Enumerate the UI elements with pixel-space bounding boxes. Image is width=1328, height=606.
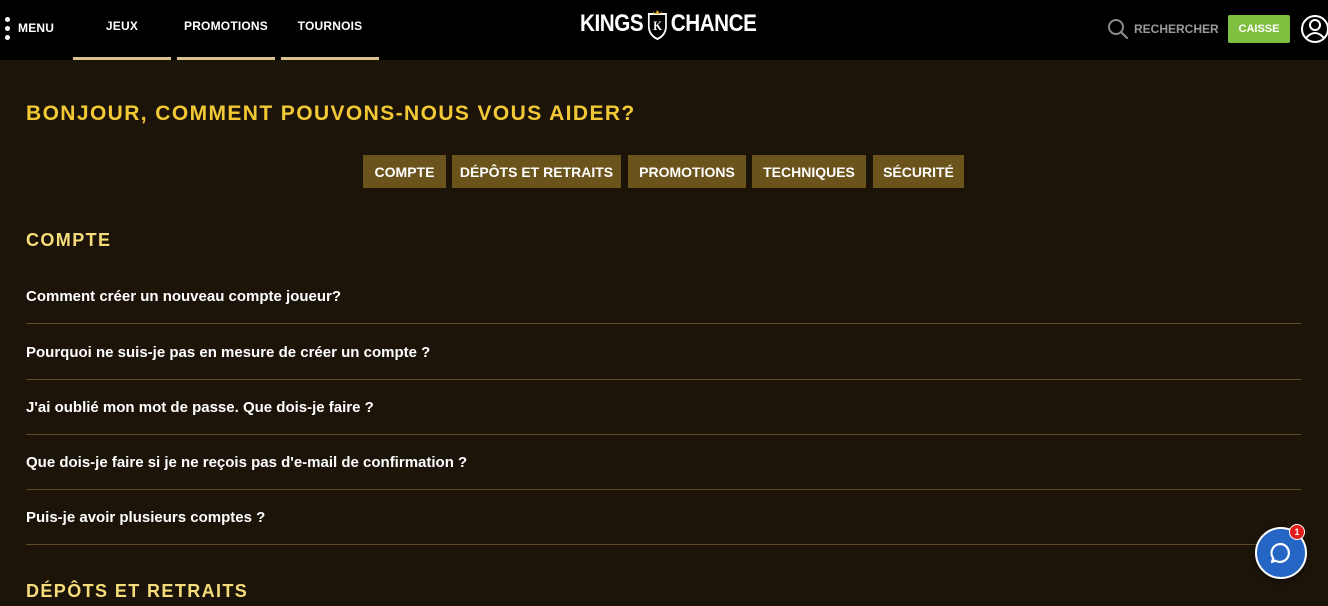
chat-notification-badge: 1 (1289, 524, 1305, 540)
nav-tab-tournois[interactable]: TOURNOIS (281, 0, 379, 60)
menu-label: MENU (18, 21, 55, 35)
search-label: RECHERCHER (1134, 22, 1219, 36)
menu-button[interactable]: MENU (4, 15, 54, 41)
chat-bubble-icon (1270, 542, 1290, 564)
nav-tab-label: PROMOTIONS (183, 19, 268, 33)
tab-securite[interactable]: SÉCURITÉ (873, 155, 964, 188)
nav-tab-jeux[interactable]: JEUX (73, 0, 171, 60)
search-button[interactable]: RECHERCHER (1107, 18, 1219, 40)
logo-mark: K (653, 18, 662, 33)
nav-tab-underline (73, 57, 171, 60)
logo-text-left: KINGS (580, 10, 644, 37)
faq-question[interactable]: Pourquoi ne suis-je pas en mesure de cré… (26, 325, 1301, 380)
tab-techniques[interactable]: TECHNIQUES (752, 155, 866, 188)
nav-tab-label: JEUX (105, 19, 139, 33)
section-title-compte: COMPTE (26, 230, 112, 250)
cashier-button[interactable]: CAISSE (1228, 15, 1290, 43)
nav-tab-promotions[interactable]: PROMOTIONS (177, 0, 275, 60)
faq-question[interactable]: J'ai oublié mon mot de passe. Que dois-j… (26, 380, 1301, 435)
nav-tab-underline (177, 57, 275, 60)
section-title-depots-retraits: DÉPÔTS ET RETRAITS (26, 581, 249, 601)
tab-compte[interactable]: COMPTE (363, 155, 446, 188)
tab-depots-retraits[interactable]: DÉPÔTS ET RETRAITS (452, 155, 621, 188)
top-nav-bar: MENU JEUX PROMOTIONS TOURNOIS KINGS K CH… (0, 0, 1328, 60)
nav-tab-underline (281, 57, 379, 60)
user-avatar-icon (1301, 15, 1328, 43)
crown-shield-icon: K (647, 10, 667, 40)
faq-question[interactable]: Puis-je avoir plusieurs comptes ? (26, 490, 1301, 545)
account-button[interactable] (1300, 14, 1328, 44)
logo-text-right: CHANCE (670, 10, 757, 37)
nav-tab-label: TOURNOIS (297, 19, 363, 33)
tab-promotions[interactable]: PROMOTIONS (628, 155, 746, 188)
faq-question[interactable]: Que dois-je faire si je ne reçois pas d'… (26, 435, 1301, 490)
search-icon (1108, 19, 1129, 40)
page-title: BONJOUR, COMMENT POUVONS-NOUS VOUS AIDER… (26, 102, 636, 125)
site-logo[interactable]: KINGS K CHANCE (580, 8, 757, 40)
kebab-menu-icon (4, 16, 10, 40)
faq-question[interactable]: Comment créer un nouveau compte joueur? (26, 269, 1301, 324)
